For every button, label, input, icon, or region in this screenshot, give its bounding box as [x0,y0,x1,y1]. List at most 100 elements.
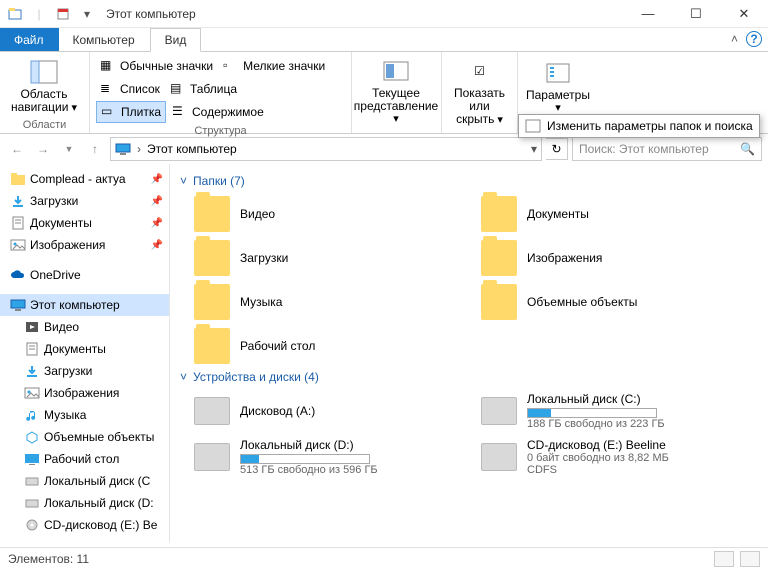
nav-item[interactable]: OneDrive [0,264,169,286]
nav-item[interactable]: Загрузки📌 [0,190,169,212]
usage-bar [240,454,370,464]
drives-header[interactable]: ˅Устройства и диски (4) [180,370,758,384]
pc-icon [115,142,131,156]
folder-icon [194,240,230,276]
drive-tile[interactable]: Локальный диск (D:)513 ГБ свободно из 59… [194,438,471,476]
documents-icon [10,215,26,231]
drive-tile[interactable]: CD-дисковод (E:) Beeline0 байт свободно … [481,438,758,476]
pictures-icon [10,237,26,253]
quick-access-toolbar: | ▾ [4,3,98,25]
drive-icon [481,397,517,425]
details-view-button[interactable] [714,551,734,567]
checkbox-icon: ☑ [464,57,496,85]
status-bar: Элементов: 11 [0,547,768,569]
nav-item[interactable]: Загрузки [0,360,169,382]
layout-small-icons[interactable]: ▫Мелкие значки [219,55,329,77]
layout-content[interactable]: ☰Содержимое [168,101,268,123]
layout-tiles[interactable]: ▭Плитка [96,101,166,123]
downloads-icon [24,363,40,379]
qat-sep: | [28,3,50,25]
drive-icon [194,443,230,471]
nav-pane-button[interactable]: Область навигации ▾ [6,55,82,117]
search-placeholder: Поиск: Этот компьютер [579,142,709,156]
layout-list[interactable]: ≣Список [96,78,164,100]
nav-item[interactable]: Изображения [0,382,169,404]
folder-icon [481,240,517,276]
nav-item[interactable]: CD-дисковод (E:) Be [0,514,169,536]
breadcrumb-current[interactable]: Этот компьютер [147,142,237,156]
show-hide-button[interactable]: ☑Показать или скрыть ▾ [448,55,511,128]
nav-item[interactable]: Музыка [0,404,169,426]
folder-icon [481,196,517,232]
ribbon-expand-icon[interactable]: ˄ [731,32,738,46]
nav-item[interactable]: Видео [0,316,169,338]
back-button[interactable]: ← [6,138,28,160]
properties-icon[interactable] [52,3,74,25]
folder-tile[interactable]: Рабочий стол [194,328,471,364]
onedrive-icon [10,267,26,283]
qat-dropdown-icon[interactable]: ▾ [76,3,98,25]
tiles-view-button[interactable] [740,551,760,567]
folder-icon [194,284,230,320]
nav-item[interactable]: Локальный диск (C [0,470,169,492]
nav-item[interactable]: Документы [0,338,169,360]
nav-pane-label: Область навигации [11,87,68,114]
folder-tile[interactable]: Изображения [481,240,758,276]
content-area: ˅Папки (7) Видео Документы Загрузки Изображ… [170,164,768,542]
drive-icon [194,397,230,425]
folders-header[interactable]: ˅Папки (7) [180,174,758,188]
tab-view[interactable]: Вид [150,28,202,52]
options-icon [542,59,574,87]
3d-icon [24,429,40,445]
forward-button[interactable]: → [32,138,54,160]
folder-tile[interactable]: Музыка [194,284,471,320]
disk-icon [24,473,40,489]
tile-icon: ▭ [101,104,117,120]
chevron-down-icon: ˅ [180,370,187,384]
minimize-button[interactable]: — [628,2,668,26]
folder-tile[interactable]: Видео [194,196,471,232]
nav-item[interactable]: Локальный диск (D: [0,492,169,514]
search-box[interactable]: Поиск: Этот компьютер 🔍 [572,137,762,161]
grid-icon: ▦ [100,58,116,74]
nav-item[interactable]: Complead - актуа📌 [0,168,169,190]
folder-icon [481,284,517,320]
nav-item[interactable]: Рабочий стол [0,448,169,470]
video-icon [24,319,40,335]
folder-tile[interactable]: Документы [481,196,758,232]
help-icon[interactable]: ? [746,31,762,47]
drive-tile[interactable]: Дисковод (A:) [194,392,471,430]
layout-medium-icons[interactable]: ▦Обычные значки [96,55,217,77]
drive-tile[interactable]: Локальный диск (C:)188 ГБ свободно из 22… [481,392,758,430]
pc-icon [10,297,26,313]
chevron-right-icon[interactable]: › [137,142,141,156]
layout-details[interactable]: ▤Таблица [166,78,241,100]
options-dropdown[interactable]: Изменить параметры папок и поиска [518,114,760,138]
tab-computer[interactable]: Компьютер [59,28,150,51]
tab-file[interactable]: Файл [0,28,59,51]
options-button[interactable]: Параметры▾ [524,55,592,117]
maximize-button[interactable]: ☐ [676,2,716,26]
nav-item[interactable]: Изображения📌 [0,234,169,256]
folder-icon [10,171,26,187]
current-view-button[interactable]: Текущее представление ▾ [358,55,434,127]
disk-icon [24,495,40,511]
nav-item[interactable]: Объемные объекты [0,426,169,448]
recent-dropdown[interactable]: ▼ [58,138,80,160]
group-layout-label: Структура [96,125,345,137]
close-button[interactable]: ✕ [724,2,764,26]
nav-pane: Complead - актуа📌Загрузки📌Документы📌Изоб… [0,164,170,542]
breadcrumb-dropdown-icon[interactable]: ▾ [531,142,537,156]
folder-tile[interactable]: Объемные объекты [481,284,758,320]
up-button[interactable]: ↑ [84,138,106,160]
nav-item[interactable]: Этот компьютер [0,294,169,316]
folder-tile[interactable]: Загрузки [194,240,471,276]
search-icon: 🔍 [740,142,755,156]
ribbon: Область навигации ▾ Области ▦Обычные зна… [0,52,768,134]
refresh-button[interactable]: ↻ [546,138,568,160]
app-icon[interactable] [4,3,26,25]
table-icon: ▤ [170,81,186,97]
nav-pane-icon [28,58,60,86]
documents-icon [24,341,40,357]
nav-item[interactable]: Документы📌 [0,212,169,234]
